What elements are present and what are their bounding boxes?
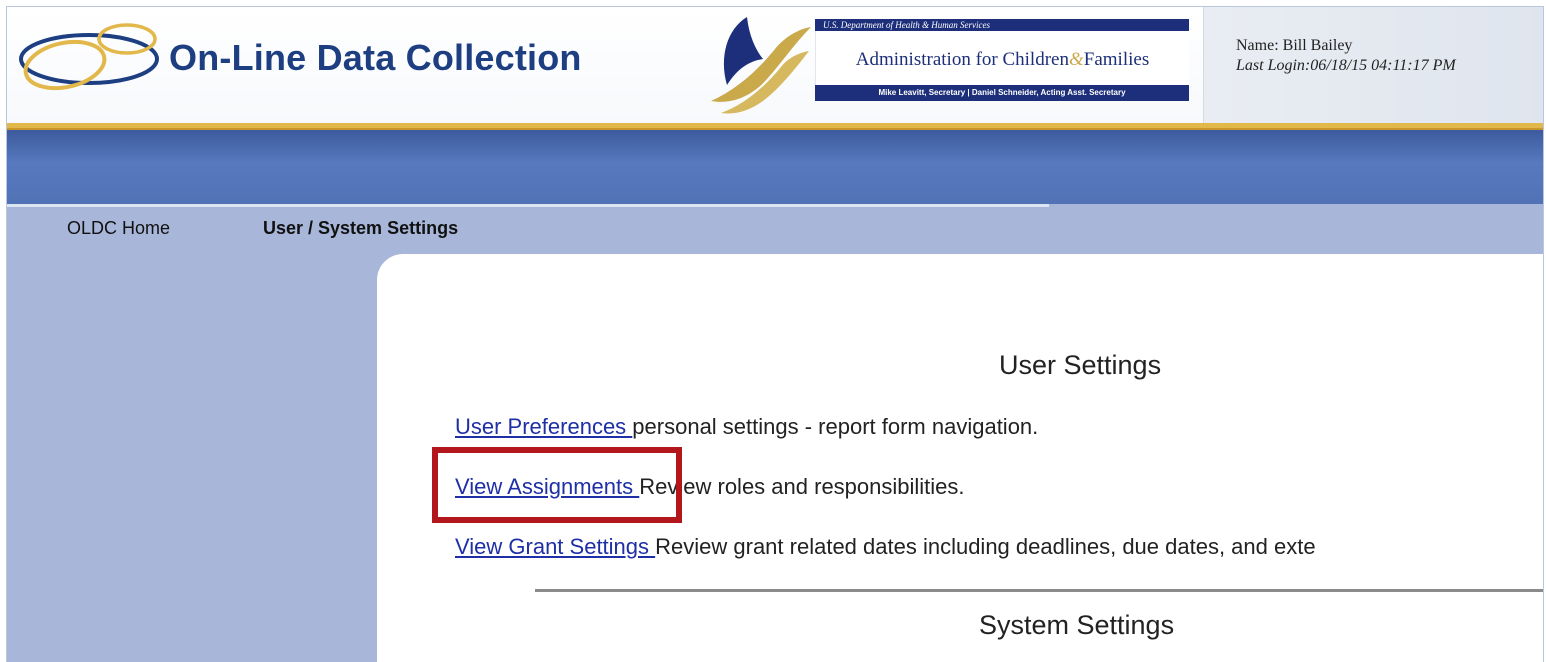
hhs-eagle-logo-icon	[711, 17, 811, 114]
acf-name-left: Administration for Children	[855, 49, 1069, 70]
last-login: Last Login:06/18/15 04:11:17 PM	[1236, 57, 1456, 74]
browser-frame: On-Line Data Collection U.S. Department …	[6, 6, 1544, 662]
blue-banner	[7, 130, 1543, 204]
view-assignments-link[interactable]: View Assignments	[455, 474, 639, 499]
app-title: On-Line Data Collection	[169, 37, 582, 78]
view-assignments-desc: Review roles and responsibilities.	[639, 474, 965, 499]
user-preferences-link[interactable]: User Preferences	[455, 414, 632, 439]
list-item: View Assignments Review roles and respon…	[455, 474, 965, 500]
content-panel: User Settings User Preferences personal …	[377, 254, 1543, 662]
section-divider	[535, 589, 1543, 592]
user-settings-title: User Settings	[999, 350, 1162, 380]
acf-name-right: Families	[1083, 49, 1150, 70]
acf-amp: &	[1068, 49, 1084, 70]
site-header: On-Line Data Collection U.S. Department …	[7, 7, 1543, 123]
nav-oldc-home[interactable]: OLDC Home	[67, 218, 170, 239]
nav-user-system-settings[interactable]: User / System Settings	[263, 218, 458, 239]
system-settings-title: System Settings	[979, 610, 1175, 640]
user-name: Name: Bill Bailey	[1236, 37, 1353, 54]
acf-department-text: U.S. Department of Health & Human Servic…	[815, 19, 1189, 31]
list-item: View Grant Settings Review grant related…	[455, 534, 1316, 560]
acf-name: Administration for Children&Families	[816, 49, 1189, 71]
acf-banner: U.S. Department of Health & Human Servic…	[815, 19, 1189, 101]
view-grant-settings-link[interactable]: View Grant Settings	[455, 534, 655, 559]
user-info-panel: Name: Bill Bailey Last Login:06/18/15 04…	[1203, 7, 1543, 123]
oldc-rings-logo-icon	[19, 23, 159, 91]
list-item: User Preferences personal settings - rep…	[455, 414, 1038, 440]
user-preferences-desc: personal settings - report form navigati…	[632, 414, 1039, 439]
acf-officials-text: Mike Leavitt, Secretary | Daniel Schneid…	[815, 85, 1189, 101]
view-grant-settings-desc: Review grant related dates including dea…	[655, 534, 1316, 559]
